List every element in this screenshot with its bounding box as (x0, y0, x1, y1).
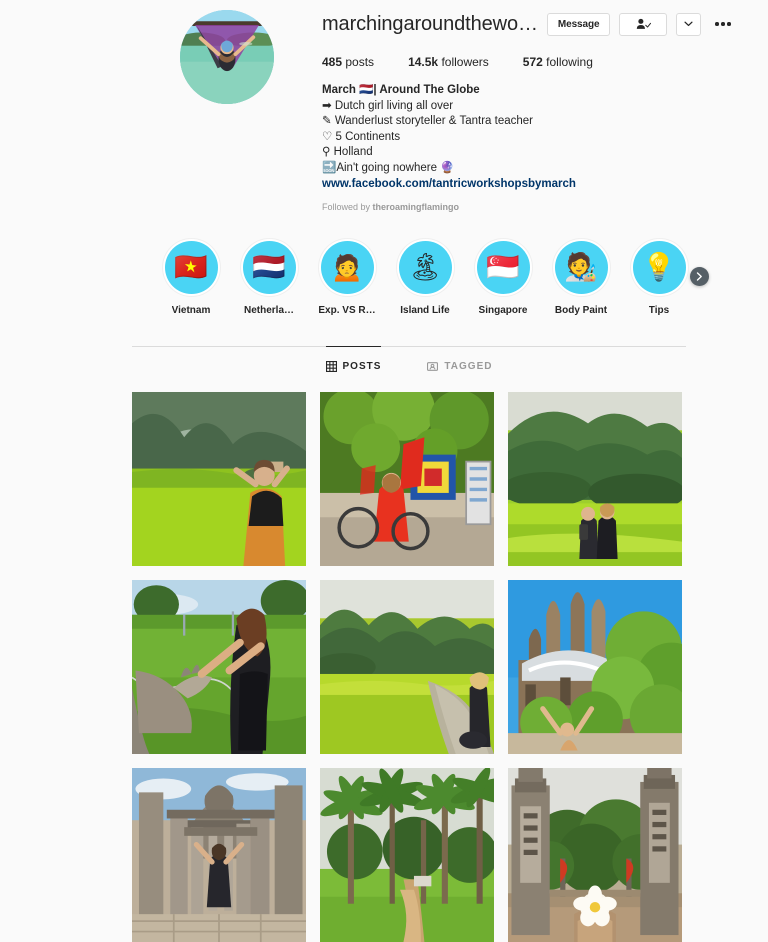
grid-post[interactable] (132, 580, 306, 754)
profile-photo-hammock-over-water-icon (180, 10, 274, 104)
highlight-label: Singapore (479, 305, 528, 316)
bio-line-4: ⚲ Holland (322, 145, 735, 161)
dropdown-button[interactable] (676, 13, 701, 36)
highlight-exp-vs-r[interactable]: 🙍 Exp. VS R… (308, 239, 386, 316)
palm-path-photo (320, 768, 494, 942)
highlight-label: Netherla… (244, 305, 294, 316)
person-tag-icon (427, 361, 438, 372)
singapore-flag-icon: 🇸🇬 (477, 241, 530, 294)
message-button[interactable]: Message (547, 13, 611, 36)
page-title: marchingaroundthewo… (322, 12, 538, 36)
followed-by-username[interactable]: theroamingflamingo (373, 202, 460, 212)
person-icon: 🙍 (321, 241, 374, 294)
highlight-tips[interactable]: 💡 Tips (620, 239, 698, 316)
stats-row: 485 posts 14.5k followers 572 following (322, 54, 735, 70)
highlight-label: Exp. VS R… (318, 305, 375, 316)
posts-grid (132, 392, 694, 942)
bio-website-link[interactable]: www.facebook.com/tantricworkshopsbymarch (322, 177, 576, 193)
username-row: marchingaroundthewo… Message (322, 8, 735, 40)
tab-label: POSTS (343, 361, 382, 372)
highlight-netherlands[interactable]: 🇳🇱 Netherla… (230, 239, 308, 316)
highlights-next-button[interactable] (690, 267, 709, 286)
grid-post[interactable] (320, 768, 494, 942)
grid-post[interactable] (508, 768, 682, 942)
more-options-icon (715, 22, 719, 26)
vietnam-flag-icon: 🇻🇳 (165, 241, 218, 294)
highlight-label: Vietnam (172, 305, 211, 316)
paddy-path-photo (320, 580, 494, 754)
story-highlights: 🇻🇳 Vietnam 🇳🇱 Netherla… 🙍 Exp. VS R… 🏝 I… (0, 239, 768, 316)
profile-tabs: POSTS TAGGED (132, 346, 686, 384)
chevron-down-icon (684, 21, 693, 27)
temple-gate-photo (508, 768, 682, 942)
highlight-label: Body Paint (555, 305, 607, 316)
tab-tagged[interactable]: TAGGED (427, 346, 492, 384)
avatar[interactable] (180, 10, 274, 104)
grid-post[interactable] (320, 392, 494, 566)
following-button[interactable] (619, 13, 667, 36)
tab-label: TAGGED (444, 361, 492, 372)
bio: March 🇳🇱| Around The Globe ➡ Dutch girl … (322, 83, 735, 213)
grid-post[interactable] (508, 392, 682, 566)
artist-icon: 🧑‍🎨 (555, 241, 608, 294)
highlight-label: Tips (649, 305, 669, 316)
grid-post[interactable] (320, 580, 494, 754)
instagram-profile-page: marchingaroundthewo… Message (0, 0, 768, 905)
more-options-button[interactable] (711, 22, 735, 26)
profile-header: marchingaroundthewo… Message (0, 0, 768, 213)
chevron-right-icon (696, 272, 703, 281)
stat-followers[interactable]: 14.5k followers (408, 54, 489, 70)
stat-following[interactable]: 572 following (523, 54, 593, 70)
redress-flags-photo (320, 392, 494, 566)
grid-post[interactable] (132, 768, 306, 942)
grid-post[interactable] (132, 392, 306, 566)
highlight-body-paint[interactable]: 🧑‍🎨 Body Paint (542, 239, 620, 316)
avatar-column (132, 4, 322, 213)
netherlands-flag-icon: 🇳🇱 (243, 241, 296, 294)
profile-info-column: marchingaroundthewo… Message (322, 4, 735, 213)
island-icon: 🏝 (399, 241, 452, 294)
highlight-vietnam[interactable]: 🇻🇳 Vietnam (152, 239, 230, 316)
bio-line-2: ✎ Wanderlust storyteller & Tantra teache… (322, 114, 735, 130)
ricefield-woman-photo (132, 392, 306, 566)
followed-by: Followed by theroamingflamingo (322, 201, 735, 213)
lightbulb-icon: 💡 (633, 241, 686, 294)
grid-icon (326, 361, 337, 372)
person-check-icon (636, 18, 651, 30)
ricefield-two-photo (508, 392, 682, 566)
highlight-label: Island Life (400, 305, 449, 316)
bio-line-3: ♡ 5 Continents (322, 130, 735, 146)
grid-post[interactable] (508, 580, 682, 754)
highlight-island-life[interactable]: 🏝 Island Life (386, 239, 464, 316)
stat-posts[interactable]: 485 posts (322, 54, 374, 70)
bio-line-1: ➡ Dutch girl living all over (322, 99, 735, 115)
sagrada-photo (508, 580, 682, 754)
highlight-singapore[interactable]: 🇸🇬 Singapore (464, 239, 542, 316)
ruins-columns-photo (132, 768, 306, 942)
tab-posts[interactable]: POSTS (326, 346, 382, 384)
bio-line-5: 🔜Ain't going nowhere 🔮 (322, 161, 735, 177)
donkey-meadow-photo (132, 580, 306, 754)
bio-display-name: March 🇳🇱| Around The Globe (322, 83, 735, 99)
